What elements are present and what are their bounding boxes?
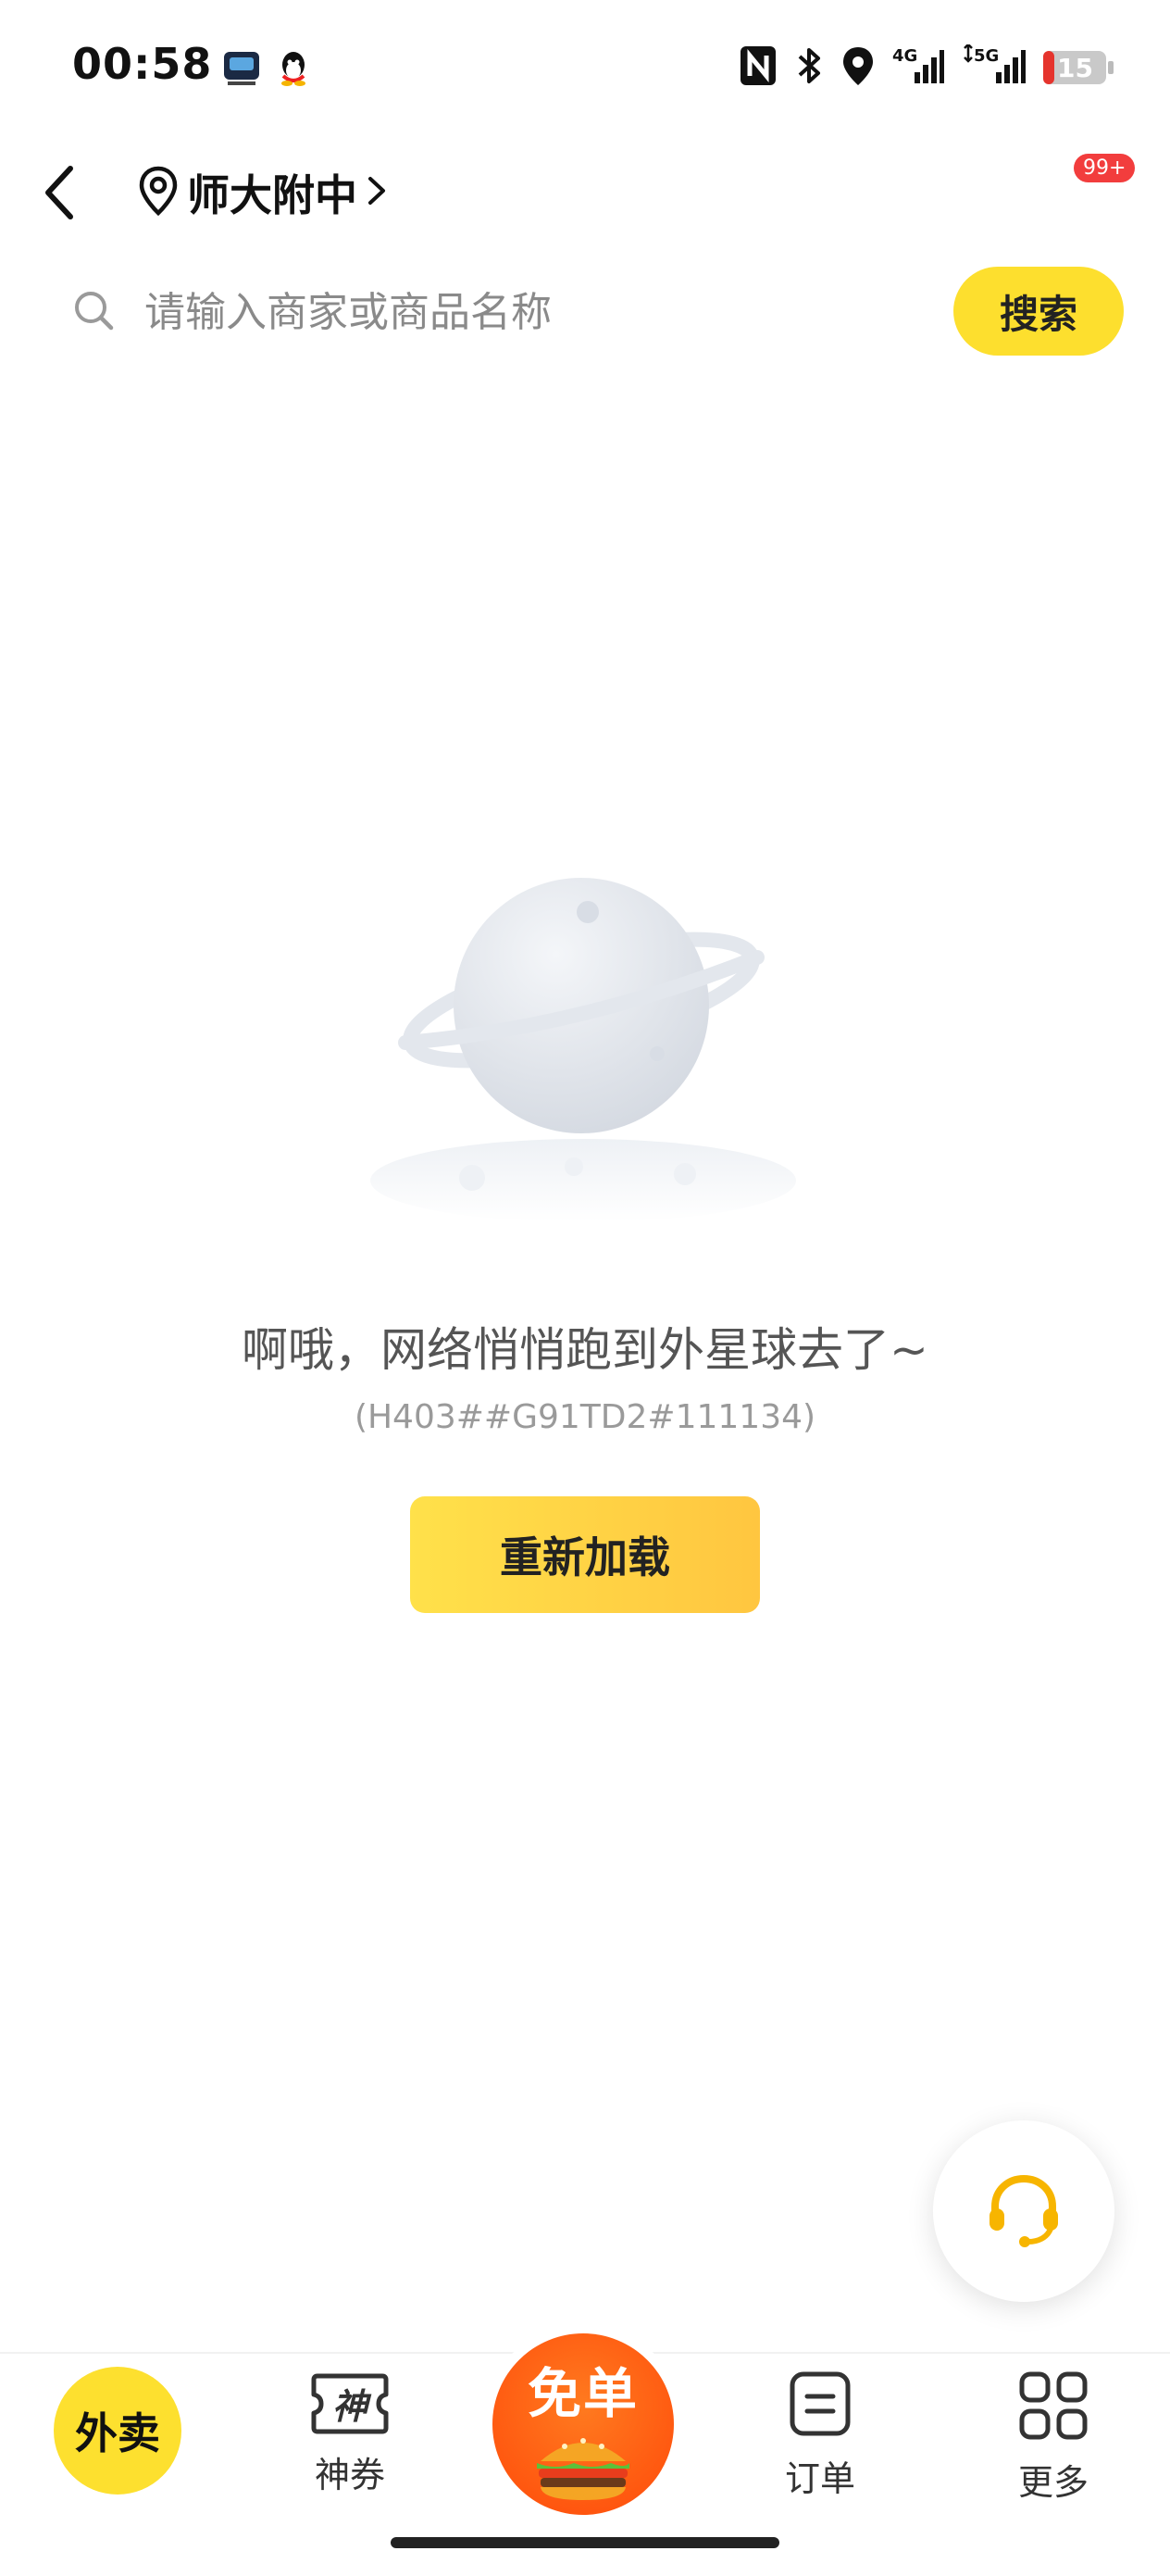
grid-icon: [1018, 2370, 1089, 2445]
location-selector[interactable]: 师大附中: [137, 159, 389, 226]
search-button[interactable]: 搜索: [953, 267, 1124, 356]
search-bar: 搜索: [56, 267, 1124, 356]
nav-coupon-label: 神券: [314, 2455, 385, 2495]
battery-icon: 15: [1042, 49, 1114, 86]
reload-button[interactable]: 重新加载: [410, 1496, 760, 1613]
search-input[interactable]: [143, 280, 933, 344]
qq-notification-icon: [274, 48, 313, 87]
signal-5g-icon: 5G: [961, 43, 1026, 91]
battery-level: 15: [1057, 53, 1093, 83]
coupon-icon: 神: [310, 2370, 390, 2437]
nav-free-order[interactable]: 免单: [492, 2333, 674, 2515]
coupon-icon-text: 神: [331, 2386, 367, 2427]
free-order-label: 免单: [527, 2362, 639, 2425]
burger-icon: [528, 2428, 639, 2506]
nav-more-label: 更多: [1017, 2462, 1089, 2503]
nav-more[interactable]: 更多: [979, 2370, 1127, 2505]
message-badge[interactable]: 99+: [1074, 154, 1136, 182]
search-icon: [72, 289, 117, 333]
error-title: 啊哦，网络悄悄跑到外星球去了~: [242, 1323, 928, 1377]
orders-icon: [787, 2370, 853, 2441]
location-pin-icon: [137, 165, 180, 220]
bluetooth-icon: [794, 44, 824, 91]
nfc-icon: [739, 44, 778, 91]
customer-service-button[interactable]: [933, 2120, 1114, 2302]
system-status-icons: 4G 5G 15: [739, 43, 1114, 91]
planet-illustration: [352, 833, 815, 1241]
back-button[interactable]: [33, 156, 89, 230]
location-name: 师大附中: [187, 170, 357, 220]
status-clock: 00:58: [72, 39, 213, 89]
signal-4g-icon: 4G: [892, 44, 944, 91]
nav-orders[interactable]: 订单: [746, 2370, 894, 2501]
chevron-right-icon: [365, 169, 389, 216]
nav-coupon[interactable]: 神 神券: [276, 2370, 424, 2497]
nav-orders-label: 订单: [784, 2458, 855, 2499]
svg-text:5G: 5G: [974, 46, 999, 66]
error-code: (H403##G91TD2#111134): [354, 1398, 816, 1436]
status-bar: 00:58 4G 5G 15: [0, 0, 1170, 139]
svg-text:4G: 4G: [892, 46, 917, 66]
nav-waimai[interactable]: 外卖: [54, 2367, 181, 2495]
home-indicator[interactable]: [391, 2537, 779, 2548]
app-notification-icon: [222, 48, 261, 87]
headset-icon: [982, 2168, 1065, 2255]
location-status-icon: [840, 44, 876, 91]
